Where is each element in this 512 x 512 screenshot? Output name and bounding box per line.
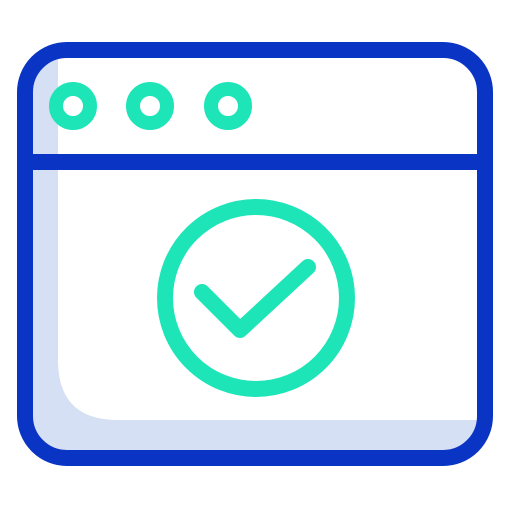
- icon-canvas: [0, 0, 512, 512]
- checkmark-icon: [194, 259, 316, 338]
- browser-window-check-icon: [17, 42, 493, 466]
- window-dot-1-icon: [49, 82, 97, 130]
- window-dot-2-icon: [126, 82, 174, 130]
- check-circle-icon: [157, 199, 355, 397]
- window-dot-3-icon: [204, 82, 252, 130]
